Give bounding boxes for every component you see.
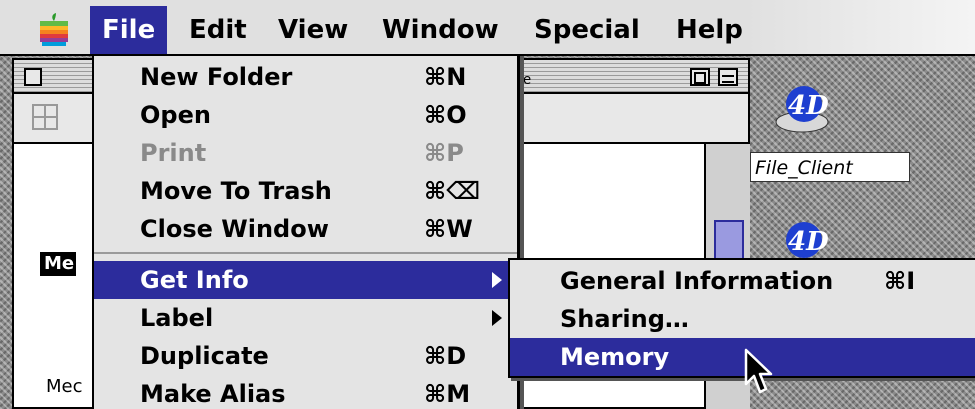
menu-item-open[interactable]: Open ⌘O	[94, 96, 517, 134]
apple-menu-icon[interactable]	[38, 12, 70, 46]
menu-item-label: Duplicate	[140, 342, 269, 370]
menu-item-shortcut: ⌘M	[424, 380, 471, 408]
submenu-item-general-information[interactable]: General Information ⌘I	[510, 262, 975, 300]
menu-item-label: Sharing…	[560, 305, 689, 333]
menu-item-shortcut: ⌘O	[424, 101, 467, 129]
mouse-pointer-icon	[744, 348, 773, 394]
menu-item-label: Memory	[560, 343, 670, 371]
menu-item-label: General Information	[560, 267, 834, 295]
menu-item-label: New Folder	[140, 63, 293, 91]
window-collapse-box[interactable]	[718, 68, 738, 86]
menu-item-shortcut: ⌘P	[424, 139, 464, 167]
svg-text:4D: 4D	[788, 91, 829, 121]
file-item[interactable]: Mec	[46, 376, 83, 397]
svg-text:4D: 4D	[788, 227, 829, 257]
menu-item-new-folder[interactable]: New Folder ⌘N	[94, 58, 517, 96]
menu-item-label: Close Window	[140, 215, 329, 243]
menu-help[interactable]: Help	[664, 6, 755, 54]
grid-view-icon[interactable]	[32, 104, 58, 130]
menu-item-shortcut: ⌘⌫	[424, 177, 481, 205]
menu-separator	[94, 252, 517, 254]
menu-item-label: Open	[140, 101, 211, 129]
menu-item-make-alias[interactable]: Make Alias ⌘M	[94, 375, 517, 409]
menu-item-label: Print	[140, 139, 207, 167]
menu-window[interactable]: Window	[370, 6, 511, 54]
menu-item-label-submenu[interactable]: Label	[94, 299, 517, 337]
menu-file[interactable]: File	[90, 6, 168, 54]
menu-view[interactable]: View	[266, 6, 360, 54]
menu-item-shortcut: ⌘N	[424, 63, 467, 91]
menu-edit[interactable]: Edit	[177, 6, 259, 54]
menu-bar-fade	[745, 0, 975, 54]
menu-item-shortcut: ⌘D	[424, 342, 467, 370]
submenu-arrow-icon	[492, 272, 502, 288]
menu-item-shortcut: ⌘I	[884, 267, 916, 295]
window-zoom-box[interactable]	[690, 68, 710, 86]
menu-item-get-info[interactable]: Get Info	[94, 261, 517, 299]
menu-item-close-window[interactable]: Close Window ⌘W	[94, 210, 517, 248]
submenu-arrow-icon	[492, 310, 502, 326]
menu-item-print: Print ⌘P	[94, 134, 517, 172]
submenu-item-sharing[interactable]: Sharing…	[510, 300, 975, 338]
menu-bar: File Edit View Window Special Help	[0, 0, 975, 56]
menu-item-label: Make Alias	[140, 380, 286, 408]
menu-item-duplicate[interactable]: Duplicate ⌘D	[94, 337, 517, 375]
menu-item-shortcut: ⌘W	[424, 215, 473, 243]
menu-item-label: Label	[140, 304, 214, 332]
window-close-box[interactable]	[24, 68, 42, 86]
4d-app-icon[interactable]: 4D	[772, 82, 832, 142]
menu-special[interactable]: Special	[522, 6, 652, 54]
file-menu-dropdown: New Folder ⌘N Open ⌘O Print ⌘P Move To T…	[92, 56, 520, 409]
menu-item-label: Move To Trash	[140, 177, 332, 205]
desktop-icon-label[interactable]: File_Client	[750, 152, 910, 182]
selected-file-item[interactable]: Me	[40, 252, 76, 276]
menu-item-move-to-trash[interactable]: Move To Trash ⌘⌫	[94, 172, 517, 210]
menu-item-label: Get Info	[140, 266, 249, 294]
